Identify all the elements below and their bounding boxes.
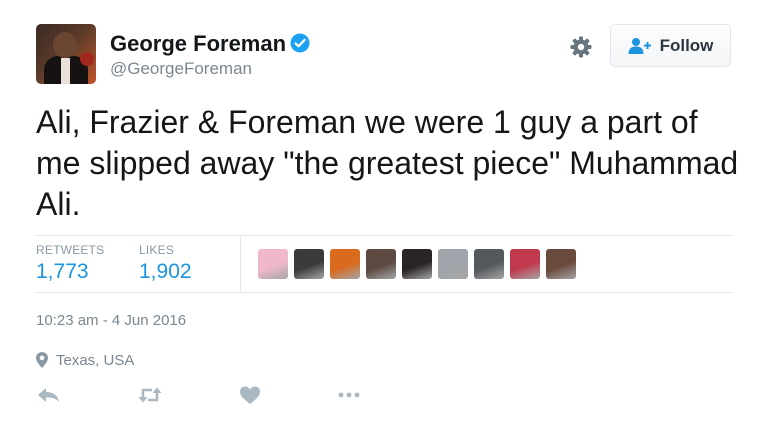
verified-badge-icon xyxy=(290,33,310,53)
add-person-icon xyxy=(628,37,651,54)
liker-avatar[interactable] xyxy=(402,249,432,279)
reply-icon[interactable] xyxy=(36,384,62,406)
divider-top xyxy=(36,235,732,236)
liker-avatar[interactable] xyxy=(294,249,324,279)
liker-avatar[interactable] xyxy=(366,249,396,279)
location-pin-icon xyxy=(36,352,48,368)
follow-button-label: Follow xyxy=(659,35,714,55)
tweet-location[interactable]: Texas, USA xyxy=(56,352,134,369)
liker-avatar[interactable] xyxy=(330,249,360,279)
liker-avatar[interactable] xyxy=(438,249,468,279)
heart-icon[interactable] xyxy=(237,384,263,406)
stats-divider xyxy=(240,236,241,292)
author-name[interactable]: George Foreman xyxy=(110,31,286,57)
likes-count[interactable]: 1,902 xyxy=(139,260,192,284)
liker-avatar[interactable] xyxy=(546,249,576,279)
more-icon[interactable] xyxy=(336,384,362,406)
divider-bottom xyxy=(36,292,732,293)
tweet-timestamp[interactable]: 10:23 am - 4 Jun 2016 xyxy=(36,312,186,329)
author-handle[interactable]: @GeorgeForeman xyxy=(110,59,252,79)
retweets-label: RETWEETS xyxy=(36,243,105,257)
liker-avatar[interactable] xyxy=(510,249,540,279)
retweets-count[interactable]: 1,773 xyxy=(36,260,89,284)
likes-label: LIKES xyxy=(139,243,175,257)
tweet-text: Ali, Frazier & Foreman we were 1 guy a p… xyxy=(36,104,739,222)
liker-avatars xyxy=(258,249,576,279)
liker-avatar[interactable] xyxy=(258,249,288,279)
gear-icon[interactable] xyxy=(569,35,593,59)
retweet-icon[interactable] xyxy=(137,384,163,406)
follow-button[interactable]: Follow xyxy=(610,24,731,67)
liker-avatar[interactable] xyxy=(474,249,504,279)
author-avatar[interactable] xyxy=(36,24,96,84)
